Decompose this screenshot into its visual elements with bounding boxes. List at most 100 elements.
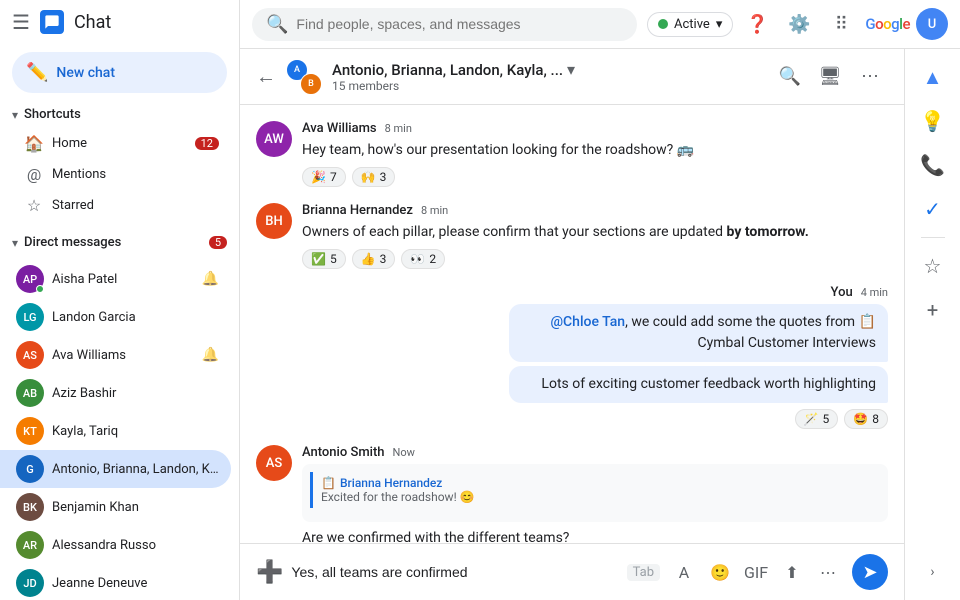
msg-text-brianna: Owners of each pillar, please confirm th… [302, 222, 888, 243]
shortcuts-section[interactable]: ▾ Shortcuts [0, 101, 239, 128]
upload-button[interactable]: ⬆ [776, 556, 808, 588]
search-input[interactable] [296, 16, 623, 32]
new-chat-button[interactable]: ✏️ New chat [12, 52, 227, 93]
user-avatar[interactable]: U [916, 8, 948, 40]
dm-section-header[interactable]: ▾ Direct messages 5 [0, 229, 239, 256]
gif-button[interactable]: GIF [740, 556, 772, 588]
dm-name-aisha: Aisha Patel [52, 272, 194, 287]
sidebar-item-mentions[interactable]: @ Mentions [0, 159, 231, 190]
rs-phone-icon[interactable]: 📞 [913, 145, 953, 185]
dm-item-group[interactable]: G Antonio, Brianna, Landon, Kayla... [0, 450, 231, 488]
app-title: Chat [74, 12, 111, 33]
sidebar-item-home[interactable]: 🏠 Home 12 [0, 128, 231, 159]
reaction-magic[interactable]: 🪄 5 [795, 409, 839, 429]
more-options-button[interactable]: ⋯ [852, 59, 888, 95]
apps-icon[interactable]: ⠿ [823, 6, 859, 42]
rs-add-button[interactable]: + [913, 290, 953, 330]
message-input[interactable] [291, 564, 618, 580]
more-button[interactable]: ⋯ [812, 556, 844, 588]
new-chat-label: New chat [56, 65, 115, 81]
search-bar[interactable]: 🔍 [252, 8, 637, 41]
menu-icon[interactable]: ☰ [12, 10, 30, 34]
search-icon: 🔍 [266, 14, 288, 35]
tab-hint: Tab [627, 564, 660, 581]
avatar-kayla: KT [16, 417, 44, 445]
avatar-group: G [16, 455, 44, 483]
dm-item-alessandra[interactable]: AR Alessandra Russo [0, 526, 231, 564]
input-actions: A 🙂 GIF ⬆ ⋯ [668, 556, 844, 588]
status-dot [658, 19, 668, 29]
dm-item-benjamin[interactable]: BK Benjamin Khan [0, 488, 231, 526]
rs-keep-icon[interactable]: 💡 [913, 101, 953, 141]
back-button[interactable]: ← [256, 64, 276, 89]
reaction-party[interactable]: 🎉 7 [302, 167, 346, 187]
msg-text-antonio: Are we confirmed with the different team… [302, 528, 888, 543]
rs-drive-icon[interactable]: ▲ [913, 57, 953, 97]
reactions-ava: 🎉 7 🙌 3 [302, 167, 888, 187]
collapse-icon: ▾ [12, 108, 18, 122]
bell-icon-aisha[interactable]: 🔔 [202, 271, 219, 287]
dm-item-landon[interactable]: LG Landon Garcia [0, 298, 231, 336]
avatar-aisha: AP [16, 265, 44, 293]
send-button[interactable]: ➤ [852, 554, 888, 590]
quote-emoji: 📋 [321, 476, 336, 490]
dm-item-aziz[interactable]: AB Aziz Bashir [0, 374, 231, 412]
quote-sender: 📋 Brianna Hernandez [321, 476, 872, 490]
reaction-thumbs[interactable]: 👍 3 [352, 249, 396, 269]
msg-text-ava: Hey team, how's our presentation looking… [302, 140, 888, 161]
emoji-button[interactable]: 🙂 [704, 556, 736, 588]
video-call-button[interactable]: 🖥 [812, 59, 848, 95]
rs-star-button[interactable]: ☆ [913, 246, 953, 286]
avatar-benjamin: BK [16, 493, 44, 521]
dm-item-jeanne[interactable]: JD Jeanne Deneuve [0, 564, 231, 600]
dm-name-alessandra: Alessandra Russo [52, 538, 219, 553]
msg-sender-ava: Ava Williams [302, 121, 377, 136]
self-bubble2: Lots of exciting customer feedback worth… [509, 366, 888, 403]
home-badge: 12 [195, 137, 219, 150]
search-chat-button[interactable]: 🔍 [772, 59, 808, 95]
settings-icon[interactable]: ⚙️ [781, 6, 817, 42]
format-text-button[interactable]: A [668, 556, 700, 588]
help-icon[interactable]: ❓ [739, 6, 775, 42]
sidebar-item-starred[interactable]: ☆ Starred [0, 190, 231, 221]
dm-item-antonio[interactable]: AS Ava Williams 🔔 [0, 336, 231, 374]
quote-block: 📋 Brianna Hernandez Excited for the road… [302, 464, 888, 522]
self-reactions: 🪄 5 🤩 8 [509, 409, 888, 429]
reaction-star-eyes[interactable]: 🤩 8 [844, 409, 888, 429]
msg-content-brianna: Brianna Hernandez 8 min Owners of each p… [302, 203, 888, 269]
reaction-hands[interactable]: 🙌 3 [352, 167, 396, 187]
msg-time-ava: 8 min [385, 122, 412, 135]
avatar-antonio-msg: AS [256, 445, 292, 481]
chat-title[interactable]: Antonio, Brianna, Landon, Kayla, ... ▾ [332, 60, 762, 79]
attach-button[interactable]: ➕ [256, 560, 283, 585]
self-text1: , we could add some the quotes from 📋 Cy… [625, 314, 876, 351]
plus-icon: ✏️ [26, 62, 48, 83]
msg-content-antonio: Antonio Smith Now 📋 Brianna Hernandez Ex… [302, 445, 888, 543]
dm-item-kayla[interactable]: KT Kayla, Tariq [0, 412, 231, 450]
dm-name-benjamin: Benjamin Khan [52, 500, 219, 515]
msg-sender-brianna: Brianna Hernandez [302, 203, 413, 218]
dm-title: Direct messages [24, 235, 209, 250]
dm-collapse-icon: ▾ [12, 236, 18, 250]
avatar-jeanne: JD [16, 569, 44, 597]
reaction-check[interactable]: ✅ 5 [302, 249, 346, 269]
dm-name-landon: Landon Garcia [52, 310, 219, 325]
reactions-brianna: ✅ 5 👍 3 👀 2 [302, 249, 888, 269]
header-actions: 🔍 🖥 ⋯ [772, 59, 888, 95]
msg-time-antonio: Now [393, 446, 415, 459]
mentions-icon: @ [24, 165, 44, 184]
rs-collapse-button[interactable]: › [913, 552, 953, 592]
home-label: Home [52, 136, 87, 151]
dm-item-aisha[interactable]: AP Aisha Patel 🔔 [0, 260, 231, 298]
reaction-eyes[interactable]: 👀 2 [401, 249, 445, 269]
message-antonio-group: AS Antonio Smith Now 📋 Brianna Hernandez [256, 445, 888, 543]
rs-tasks-icon[interactable]: ✓ [913, 189, 953, 229]
msg-header-ava: Ava Williams 8 min [302, 121, 888, 136]
self-sender: You [831, 285, 853, 300]
chat-info: Antonio, Brianna, Landon, Kayla, ... ▾ 1… [332, 60, 762, 93]
status-button[interactable]: Active ▾ [647, 12, 733, 37]
top-actions: Active ▾ ❓ ⚙️ ⠿ Google U [647, 6, 948, 42]
self-time: 4 min [861, 286, 888, 299]
bell-icon-antonio[interactable]: 🔔 [202, 347, 219, 363]
group-avatar: A B [286, 59, 322, 95]
